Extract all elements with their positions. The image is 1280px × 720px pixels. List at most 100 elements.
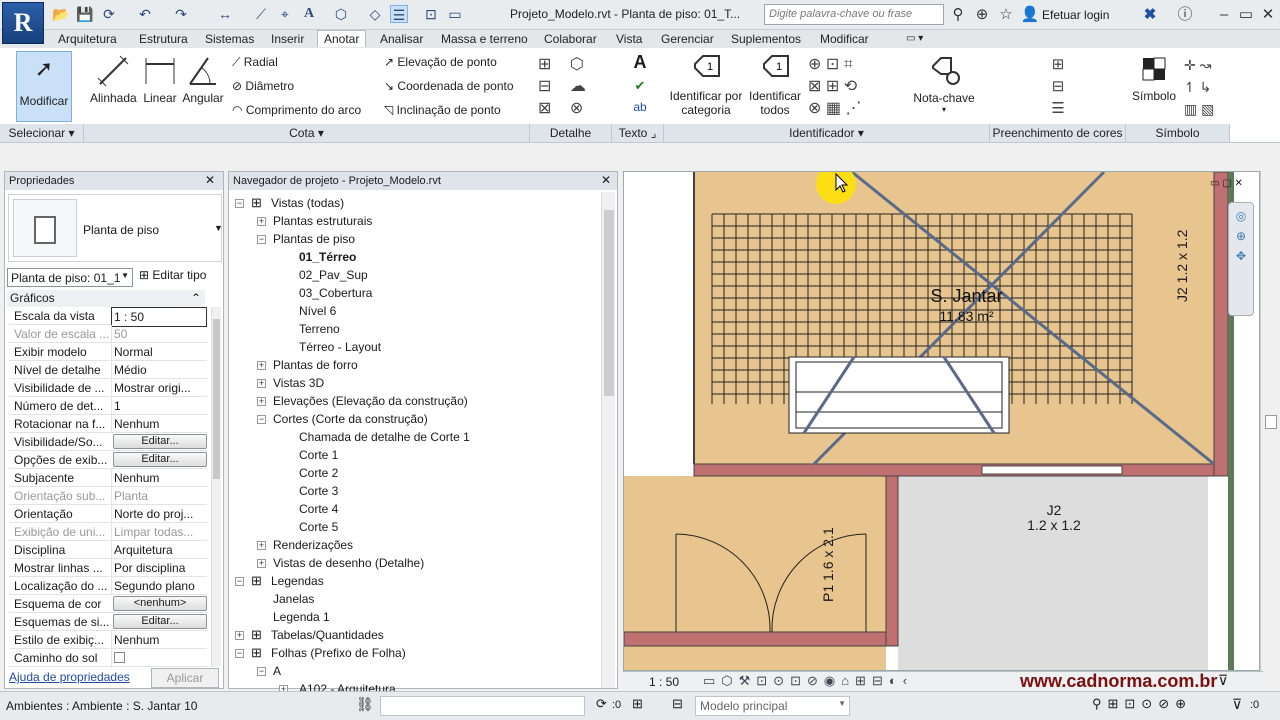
symbol-button[interactable]: Símbolo xyxy=(1130,54,1178,103)
property-edit-button[interactable]: Editar... xyxy=(113,452,207,467)
panel-cota[interactable]: Cota ▾ xyxy=(84,124,530,142)
expand-icon[interactable]: + xyxy=(257,397,266,406)
panel-identificador[interactable]: Identificador ▾ xyxy=(664,124,990,142)
navigation-bar[interactable]: ◎ ⊕ ✥ xyxy=(1228,202,1254,316)
browser-tree-item[interactable]: Corte 5 xyxy=(299,518,338,536)
panel-detalhe[interactable]: Detalhe xyxy=(530,124,612,142)
edit-type-button[interactable]: ⊞ Editar tipo xyxy=(139,268,206,282)
text-icon[interactable]: A xyxy=(300,5,318,23)
property-row[interactable]: Valor de escala ... 50 xyxy=(9,325,207,343)
aligned-dimension-button[interactable]: Alinhada xyxy=(90,54,137,105)
design-options-icon[interactable]: ⊟ xyxy=(672,696,683,712)
tab-inserir[interactable]: Inserir xyxy=(265,31,310,48)
diameter-dimension-button[interactable]: ⊘ Diâmetro xyxy=(232,79,294,93)
spot-elevation-button[interactable]: ↗ Elevação de ponto xyxy=(384,55,497,69)
expand-icon[interactable]: + xyxy=(257,361,266,370)
save-icon[interactable]: 💾 xyxy=(76,5,94,23)
minimize-icon[interactable]: – xyxy=(1214,5,1234,25)
property-value[interactable]: Arquitetura xyxy=(111,541,207,559)
filter-icon[interactable]: ⊽ xyxy=(1218,672,1228,689)
browser-tree-item[interactable]: Nível 6 xyxy=(299,302,336,320)
radial-dimension-button[interactable]: ⟋ Radial xyxy=(232,55,278,70)
browser-tree-item[interactable]: Corte 1 xyxy=(299,446,338,464)
steering-wheel-icon[interactable]: ◎ xyxy=(1229,209,1253,223)
tag-tools[interactable]: ⊕ ⊡ ⌗ ⊠ ⊞ ⟲ ⊗ ▦ ⋰ xyxy=(808,54,888,120)
minimize-ribbon-icon[interactable]: ▭ ▾ xyxy=(900,31,929,48)
panel-simbolo[interactable]: Símbolo xyxy=(1126,124,1230,142)
spot-slope-button[interactable]: ◹ Inclinação de ponto xyxy=(384,103,501,117)
communication-icon[interactable]: ⊕ xyxy=(972,5,992,25)
property-value[interactable]: Nenhum xyxy=(111,469,207,487)
browser-tree-item[interactable]: Legendas xyxy=(271,572,324,590)
type-selector[interactable]: Planta de piso ▼ xyxy=(8,194,223,262)
browser-tree-item[interactable]: Vistas 3D xyxy=(273,374,324,392)
close-icon[interactable]: ✕ xyxy=(1258,5,1278,25)
find-replace-icon[interactable]: ab xyxy=(628,100,652,114)
tab-colaborar[interactable]: Colaborar xyxy=(538,31,603,48)
tab-estrutura[interactable]: Estrutura xyxy=(133,31,194,48)
browser-tree-item[interactable]: Janelas xyxy=(273,590,314,608)
view-control-icons[interactable]: ▭⬡⚒⊡⊙⊡⊘◉⌂⊞⊟◐‹ xyxy=(703,673,913,689)
property-value[interactable]: Nenhum xyxy=(111,415,207,433)
tab-arquitetura[interactable]: Arquitetura xyxy=(52,31,123,48)
measure-icon[interactable]: ↔ xyxy=(216,5,234,23)
browser-tree-item[interactable]: Elevações (Elevação da construção) xyxy=(273,392,468,410)
browser-tree-item[interactable]: Legenda 1 xyxy=(273,608,330,626)
browser-tree-item[interactable]: A xyxy=(273,662,281,680)
property-row[interactable]: Disciplina Arquitetura xyxy=(9,541,207,559)
tab-vista[interactable]: Vista xyxy=(610,31,648,48)
filter-status-icon[interactable]: ⊽ xyxy=(1232,696,1242,713)
instance-filter-select[interactable]: Planta de piso: 01_1 ▼ xyxy=(7,268,133,287)
view-scale[interactable]: 1 : 50 xyxy=(649,675,679,689)
3d-view-icon[interactable]: ⬡ xyxy=(332,5,350,23)
collapse-icon[interactable]: − xyxy=(257,667,266,676)
collapse-icon[interactable]: − xyxy=(235,649,244,658)
tab-modificar[interactable]: Modificar xyxy=(814,31,875,48)
browser-tree-item[interactable]: 01_Térreo xyxy=(299,248,356,266)
browser-tree-item[interactable]: Folhas (Prefixo de Folha) xyxy=(271,644,406,662)
close-hidden-icon[interactable]: ⊡ xyxy=(422,5,440,23)
workset-select[interactable] xyxy=(380,696,585,716)
pan-icon[interactable]: ✥ xyxy=(1229,249,1253,263)
redo-icon[interactable]: ↷ xyxy=(172,5,190,23)
expand-icon[interactable]: + xyxy=(257,541,266,550)
apply-button[interactable]: Aplicar xyxy=(151,668,219,688)
browser-tree-item[interactable]: Corte 2 xyxy=(299,464,338,482)
property-row[interactable]: Número de det... 1 xyxy=(9,397,207,415)
browser-tree-item[interactable]: Plantas estruturais xyxy=(273,212,372,230)
panel-preenchimento-cores[interactable]: Preenchimento de cores xyxy=(990,124,1126,142)
browser-tree-item[interactable]: 02_Pav_Sup xyxy=(299,266,368,284)
property-row[interactable]: Caminho do sol xyxy=(9,649,207,668)
close-properties-icon[interactable]: ✕ xyxy=(205,173,215,187)
tab-sistemas[interactable]: Sistemas xyxy=(199,31,260,48)
browser-tree-item[interactable]: Tabelas/Quantidades xyxy=(271,626,384,644)
browser-tree-item[interactable]: Térreo - Layout xyxy=(299,338,381,356)
property-checkbox[interactable] xyxy=(111,649,207,668)
property-value[interactable]: Médio xyxy=(111,361,207,379)
zoom-icon[interactable]: ⊕ xyxy=(1229,229,1253,243)
browser-tree-item[interactable]: Vistas (todas) xyxy=(271,194,344,212)
property-row[interactable]: Orientação Norte do proj... xyxy=(9,505,207,523)
browser-scrollbar[interactable] xyxy=(601,192,615,688)
property-row[interactable]: Opções de exib... Editar... xyxy=(9,451,207,469)
expand-icon[interactable]: + xyxy=(235,631,244,640)
browser-tree-item[interactable]: Cortes (Corte da construção) xyxy=(273,410,428,428)
property-row[interactable]: Subjacente Nenhum xyxy=(9,469,207,487)
property-row[interactable]: Exibição de uni... Limpar todas... xyxy=(9,523,207,541)
property-value[interactable]: 1 xyxy=(111,397,207,415)
browser-tree-item[interactable]: Corte 4 xyxy=(299,500,338,518)
property-row[interactable]: Localização do ... Segundo plano xyxy=(9,577,207,595)
sync-status-icon[interactable]: ⟳ xyxy=(596,696,607,712)
browser-tree-item[interactable]: Chamada de detalhe de Corte 1 xyxy=(299,428,470,446)
tab-gerenciar[interactable]: Gerenciar xyxy=(655,31,720,48)
expand-icon[interactable]: + xyxy=(257,379,266,388)
tag-by-category-button[interactable]: 1 Identificar por categoria xyxy=(668,54,744,117)
property-value[interactable]: Normal xyxy=(111,343,207,361)
editable-icon[interactable]: ⊞ xyxy=(632,696,643,712)
drawing-canvas[interactable]: S. Jantar 11.83 m² J2 1.2 x 1.2 J2 1.2 x… xyxy=(623,171,1260,671)
collapse-icon[interactable]: − xyxy=(235,577,244,586)
property-value[interactable]: Norte do proj... xyxy=(111,505,207,523)
sync-icon[interactable]: ⟳ xyxy=(100,5,118,23)
collapse-icon[interactable]: − xyxy=(257,415,266,424)
property-row[interactable]: Esquema de cor <nenhum> xyxy=(9,595,207,613)
